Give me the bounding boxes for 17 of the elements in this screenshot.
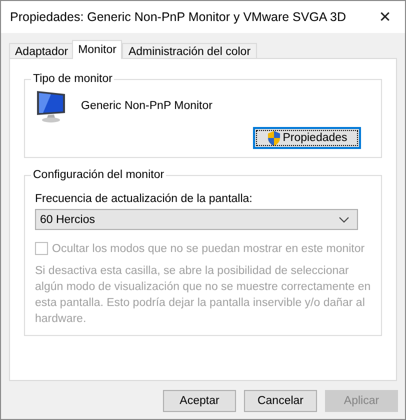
dialog-button[interactable]: Aceptar <box>163 390 236 412</box>
dialog-button[interactable]: Cancelar <box>244 390 317 412</box>
chevron-down-icon <box>339 216 349 222</box>
tab[interactable]: Monitor <box>72 40 122 59</box>
description-text: Si desactiva esta casilla, se abre la posibilidad de seleccionar algún modo de visualización que no se muestre correctamente en esta pantalla. Esto podría dejar la pantalla inservible y/o dañar al hardware. <box>35 264 372 327</box>
group-title: Tipo de monitor <box>32 73 114 85</box>
monitor-name: Generic Non-PnP Monitor <box>81 100 212 112</box>
field-label: Frecuencia de actualización de la pantalla: <box>35 193 254 205</box>
tab[interactable]: Adaptador <box>9 43 74 58</box>
close-button[interactable]: ✕ <box>365 1 405 33</box>
shield-icon <box>266 130 281 146</box>
checkbox-label: Ocultar los modos que no se puedan mostrar en este monitor <box>52 242 365 254</box>
properties-button[interactable]: Propiedades <box>253 127 361 149</box>
tab[interactable]: Administración del color <box>122 43 257 58</box>
refresh-rate-dropdown[interactable]: 60 Hercios <box>35 209 358 230</box>
group-title: Configuración del monitor <box>32 169 166 181</box>
window-title: Propiedades: Generic Non-PnP Monitor y VMware SVGA 3D <box>10 10 346 24</box>
